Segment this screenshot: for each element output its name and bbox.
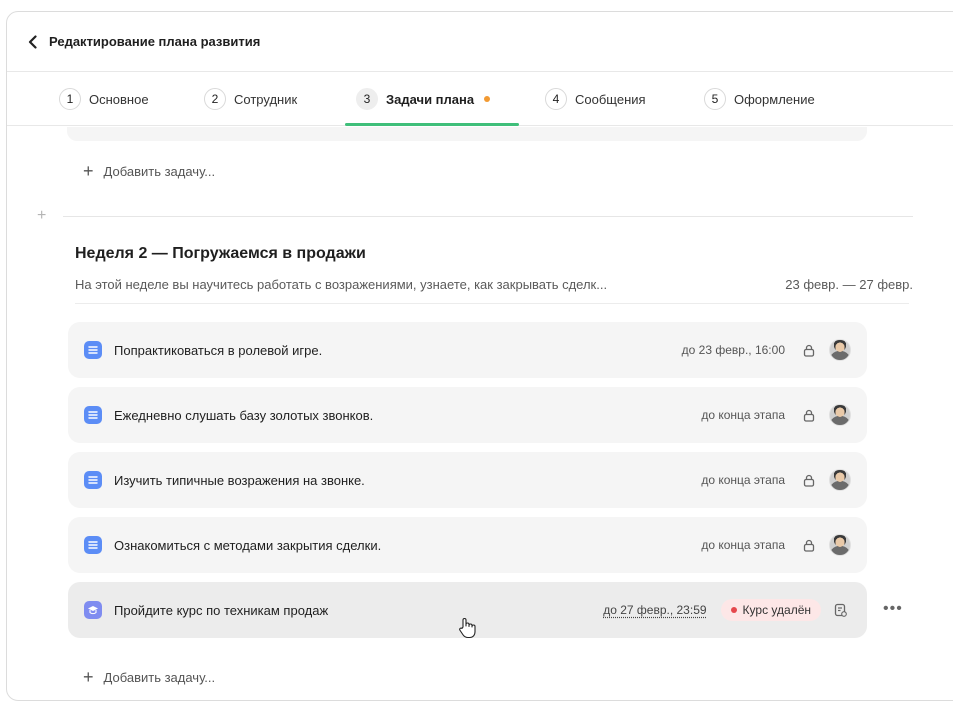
task-due[interactable]: до 23 февр., 16:00 — [682, 343, 785, 357]
assignee-avatar[interactable] — [829, 339, 851, 361]
previous-task-card — [67, 127, 867, 141]
task-row[interactable]: Ежедневно слушать базу золотых звонков. … — [68, 387, 867, 443]
tab-label: Сообщения — [575, 92, 646, 107]
task-name: Изучить типичные возражения на звонке. — [114, 473, 701, 488]
page-title: Редактирование плана развития — [49, 34, 260, 49]
add-task-label: Добавить задачу... — [104, 164, 216, 179]
plan-editor-window: Редактирование плана развития 1 Основное… — [6, 11, 953, 701]
assignee-avatar[interactable] — [829, 534, 851, 556]
task-name: Ознакомиться с методами закрытия сделки. — [114, 538, 701, 553]
tab-label: Основное — [89, 92, 149, 107]
task-due[interactable]: до 27 февр., 23:59 — [603, 603, 706, 617]
course-deleted-badge: Курс удалён — [721, 599, 821, 621]
list-icon — [84, 471, 102, 489]
assignee-avatar[interactable] — [829, 404, 851, 426]
plus-icon: + — [83, 162, 94, 180]
task-due[interactable]: до конца этапа — [701, 538, 785, 552]
add-task-button[interactable]: + Добавить задачу... — [83, 162, 215, 180]
tab-plan-tasks[interactable]: 3 Задачи плана — [356, 88, 490, 110]
tab-number: 3 — [356, 88, 378, 110]
task-name: Попрактиковаться в ролевой игре. — [114, 343, 682, 358]
task-due[interactable]: до конца этапа — [701, 473, 785, 487]
task-row[interactable]: Попрактиковаться в ролевой игре. до 23 ф… — [68, 322, 867, 378]
tab-design[interactable]: 5 Оформление — [704, 88, 815, 110]
week-dates[interactable]: 23 февр. — 27 февр. — [785, 277, 913, 292]
chevron-left-icon — [28, 35, 38, 49]
tab-label: Оформление — [734, 92, 815, 107]
tab-number: 5 — [704, 88, 726, 110]
course-icon — [84, 601, 102, 619]
week-title[interactable]: Неделя 2 — Погружаемся в продажи — [75, 245, 366, 263]
task-name: Пройдите курс по техникам продаж — [114, 603, 603, 618]
tab-number: 4 — [545, 88, 567, 110]
tab-main[interactable]: 1 Основное — [59, 88, 149, 110]
tab-number: 1 — [59, 88, 81, 110]
plan-tasks-content: + Добавить задачу... + Неделя 2 — Погруж… — [7, 127, 953, 700]
lock-icon[interactable] — [799, 340, 819, 360]
unsaved-indicator-dot — [484, 96, 490, 102]
task-row[interactable]: Изучить типичные возражения на звонке. д… — [68, 452, 867, 508]
add-task-button[interactable]: + Добавить задачу... — [83, 668, 215, 686]
lock-icon[interactable] — [799, 405, 819, 425]
tabs-bar: 1 Основное 2 Сотрудник 3 Задачи плана 4 … — [7, 72, 953, 126]
list-icon — [84, 536, 102, 554]
lock-icon[interactable] — [799, 470, 819, 490]
tab-employee[interactable]: 2 Сотрудник — [204, 88, 297, 110]
tab-label: Задачи плана — [386, 92, 474, 107]
tab-messages[interactable]: 4 Сообщения — [545, 88, 646, 110]
plus-icon: + — [83, 668, 94, 686]
lock-icon[interactable] — [799, 535, 819, 555]
add-week-plus-icon[interactable]: + — [37, 207, 46, 225]
status-dot-icon — [731, 607, 737, 613]
assignee-avatar[interactable] — [829, 469, 851, 491]
add-task-label: Добавить задачу... — [104, 670, 216, 685]
week-divider — [63, 216, 913, 217]
tab-number: 2 — [204, 88, 226, 110]
active-tab-indicator — [345, 123, 519, 126]
back-button[interactable] — [23, 32, 43, 52]
week-description[interactable]: На этой неделе вы научитесь работать с в… — [75, 277, 607, 292]
task-due[interactable]: до конца этапа — [701, 408, 785, 422]
week-header-divider — [75, 303, 909, 304]
list-icon — [84, 341, 102, 359]
tab-label: Сотрудник — [234, 92, 297, 107]
header: Редактирование плана развития — [7, 12, 953, 72]
hand-cursor-icon — [457, 617, 477, 639]
document-settings-icon[interactable] — [831, 600, 851, 620]
badge-label: Курс удалён — [743, 603, 811, 617]
more-options-icon[interactable]: ••• — [883, 600, 903, 618]
task-name: Ежедневно слушать базу золотых звонков. — [114, 408, 701, 423]
task-row[interactable]: Ознакомиться с методами закрытия сделки.… — [68, 517, 867, 573]
list-icon — [84, 406, 102, 424]
